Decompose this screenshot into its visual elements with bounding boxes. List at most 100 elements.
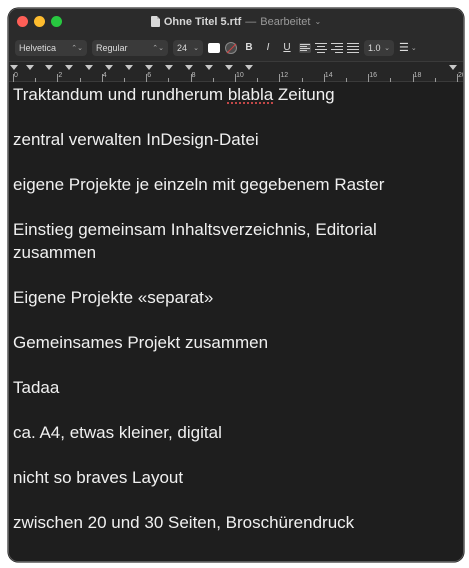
font-style-value: Regular <box>96 42 128 53</box>
ruler-label: 2 <box>58 72 63 79</box>
font-family-value: Helvetica <box>19 42 57 53</box>
document-paragraph[interactable]: Traktandum und rundherum blabla Zeitung <box>13 84 459 107</box>
alignment-group <box>299 42 359 53</box>
document-paragraph[interactable]: zwischen 20 und 30 Seiten, Broschürendru… <box>13 512 459 535</box>
minimize-window-button[interactable] <box>34 16 45 27</box>
document-name: Ohne Titel 5.rtf <box>163 15 242 28</box>
highlight-color-icon[interactable] <box>225 41 237 54</box>
document-paragraph[interactable]: Einstieg gemeinsam Inhaltsverzeichnis, E… <box>13 219 459 264</box>
align-left-icon[interactable] <box>299 42 311 53</box>
italic-button[interactable]: I <box>261 42 275 53</box>
ruler-tick <box>235 74 236 82</box>
ruler-tick <box>57 74 59 82</box>
ruler-tick <box>168 78 170 82</box>
list-button[interactable]: ☰ ⌄ <box>399 41 417 54</box>
ruler-tick <box>101 74 103 82</box>
right-indent-marker[interactable] <box>449 65 457 70</box>
ruler-tick <box>457 74 458 82</box>
font-style-select[interactable]: Regular ⌃⌄ <box>92 39 168 56</box>
window-title[interactable]: Ohne Titel 5.rtf — Bearbeitet ⌄ <box>150 15 321 28</box>
tab-stop-marker[interactable] <box>145 65 153 70</box>
font-size-value: 24 <box>177 42 188 53</box>
tab-stop-marker[interactable] <box>205 65 213 70</box>
ruler-label: 4 <box>102 72 107 79</box>
tab-stop-marker[interactable] <box>165 65 173 70</box>
tab-stop-marker[interactable] <box>26 65 34 70</box>
font-family-select[interactable]: Helvetica ⌃⌄ <box>15 39 87 56</box>
document-paragraph[interactable]: ca. A4, etwas kleiner, digital <box>13 422 459 445</box>
ruler-tick <box>323 74 325 82</box>
text-color-swatch[interactable] <box>208 42 220 53</box>
document-status: Bearbeitet <box>260 15 311 28</box>
tab-stop-marker[interactable] <box>85 65 93 70</box>
list-icon: ☰ <box>399 42 409 54</box>
updown-chevron-icon: ⌃⌄ <box>152 44 164 52</box>
document-paragraph[interactable]: Tadaa <box>13 377 459 400</box>
font-size-select[interactable]: 24 ⌄ <box>173 39 203 56</box>
tab-stop-marker[interactable] <box>45 65 53 70</box>
ruler-label: 6 <box>147 72 152 79</box>
tab-stop-marker[interactable] <box>65 65 73 70</box>
align-right-icon[interactable] <box>331 42 343 53</box>
document-paragraph[interactable]: zentral verwalten InDesign-Datei <box>13 129 459 152</box>
align-justify-icon[interactable] <box>347 42 359 53</box>
chevron-down-icon: ⌄ <box>410 44 417 52</box>
format-bar: Helvetica ⌃⌄ Regular ⌃⌄ 24 ⌄ B I U 1.0 ⌄… <box>9 34 463 62</box>
ruler-tick <box>279 74 281 82</box>
tab-stop-marker[interactable] <box>185 65 193 70</box>
document-paragraph[interactable]: nicht so braves Layout <box>13 467 459 490</box>
tab-stop-marker[interactable] <box>245 65 253 70</box>
chevron-down-icon: ⌄ <box>384 44 390 52</box>
document-body[interactable]: Traktandum und rundherum blabla Zeitung z… <box>9 82 463 534</box>
tab-stop-marker[interactable] <box>125 65 133 70</box>
ruler-tick <box>79 78 81 82</box>
ruler-tick <box>212 78 214 82</box>
ruler-tick <box>346 78 347 82</box>
textedit-window: Ohne Titel 5.rtf — Bearbeitet ⌄ Helvetic… <box>8 8 464 562</box>
chevron-down-icon: ⌄ <box>193 44 199 52</box>
line-spacing-value: 1.0 <box>368 42 381 53</box>
ruler-scale: 0 2 4 6 8 10 12 14 16 18 20 <box>9 72 463 82</box>
misspelled-word[interactable]: blabla <box>228 85 273 104</box>
fullscreen-window-button[interactable] <box>51 16 62 27</box>
ruler-label: 14 <box>324 72 333 79</box>
document-paragraph[interactable]: eigene Projekte je einzeln mit gegebenem… <box>13 174 459 197</box>
title-separator: — <box>245 15 257 28</box>
chevron-down-icon[interactable]: ⌄ <box>314 17 321 26</box>
ruler-tick <box>301 78 303 82</box>
title-bar[interactable]: Ohne Titel 5.rtf — Bearbeitet ⌄ <box>9 9 463 34</box>
ruler-tick <box>146 74 148 82</box>
ruler-label: 16 <box>369 72 377 79</box>
document-paragraph[interactable]: Gemeinsames Projekt zusammen <box>13 332 459 355</box>
bold-button[interactable]: B <box>242 42 256 53</box>
document-icon <box>150 16 160 27</box>
paragraph-text: Zeitung <box>273 85 335 104</box>
document-paragraph[interactable]: Eigene Projekte «separat» <box>13 287 459 310</box>
tab-stop-marker[interactable] <box>105 65 113 70</box>
close-window-button[interactable] <box>17 16 28 27</box>
ruler-tick <box>190 74 192 82</box>
ruler-label: 20 <box>458 72 463 79</box>
ruler-label: 0 <box>14 72 18 79</box>
ruler-tick <box>13 74 14 82</box>
updown-chevron-icon: ⌃⌄ <box>71 44 83 52</box>
ruler-label: 12 <box>280 72 289 79</box>
window-controls <box>17 16 62 27</box>
left-indent-marker[interactable] <box>10 65 18 70</box>
ruler-tick <box>35 78 37 82</box>
ruler-tick <box>390 78 392 82</box>
paragraph-text: Traktandum und rundherum <box>13 85 228 104</box>
line-spacing-select[interactable]: 1.0 ⌄ <box>364 39 394 56</box>
ruler-label: 18 <box>413 72 422 79</box>
ruler[interactable]: 0 2 4 6 8 10 12 14 16 18 20 <box>9 62 463 82</box>
ruler-tick <box>434 78 436 82</box>
ruler-label: 10 <box>236 72 244 79</box>
ruler-tick <box>257 78 259 82</box>
align-center-icon[interactable] <box>315 42 327 53</box>
ruler-tick <box>368 74 370 82</box>
ruler-tick <box>412 74 414 82</box>
ruler-tick <box>124 78 125 82</box>
underline-button[interactable]: U <box>280 42 294 53</box>
ruler-label: 8 <box>191 72 196 79</box>
tab-stop-marker[interactable] <box>225 65 233 70</box>
